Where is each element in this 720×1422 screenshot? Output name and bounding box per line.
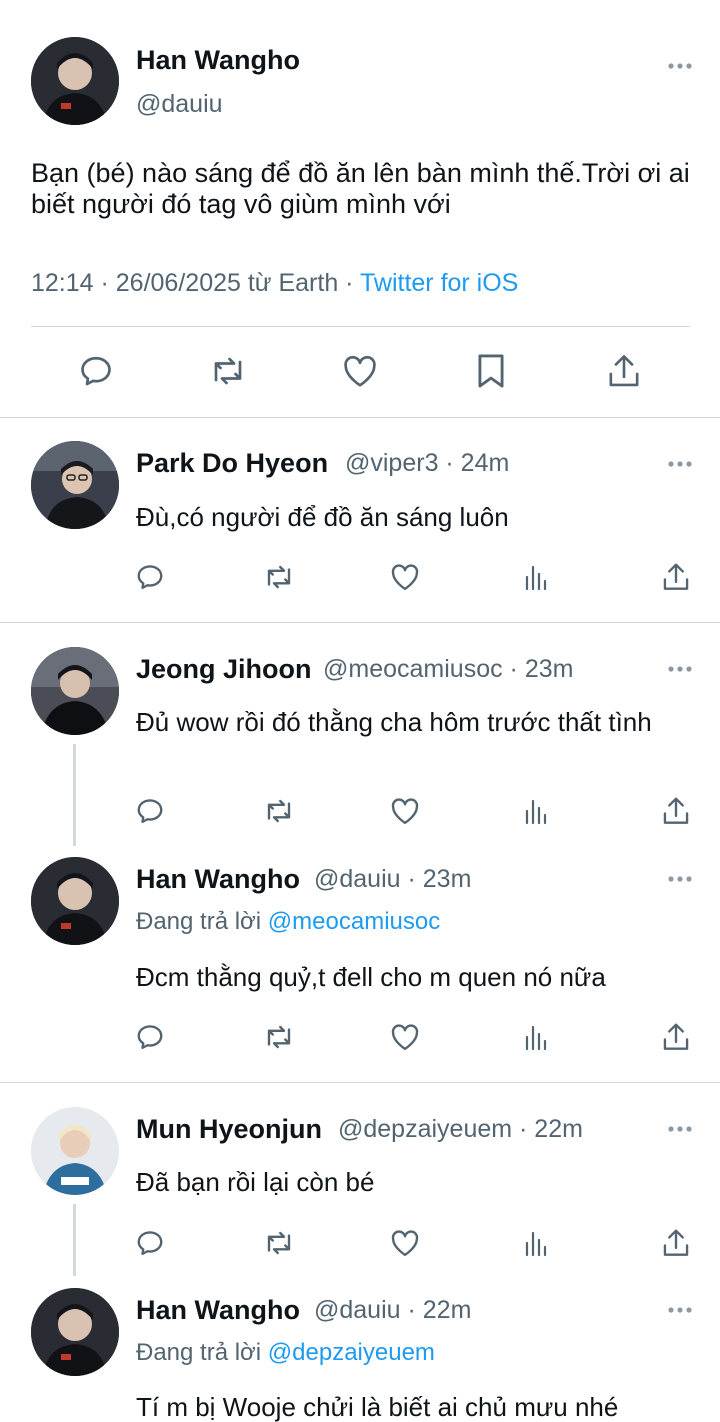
reply-icon[interactable] [135, 1228, 165, 1258]
replying-to: Đang trả lời @depzaiyeuem [136, 1339, 435, 1367]
mention-link[interactable]: @meocamiusoc [268, 908, 440, 935]
retweet-icon[interactable] [208, 353, 248, 389]
like-icon[interactable] [390, 563, 420, 591]
reply-handle-time[interactable]: @viper3 · 24m [345, 449, 509, 478]
reply-text: Đủ wow rồi đó thằng cha hôm trước thất t… [136, 707, 652, 737]
share-icon[interactable] [661, 561, 691, 593]
replying-to: Đang trả lời @meocamiusoc [136, 908, 440, 936]
share-icon[interactable] [661, 795, 691, 827]
divider [0, 622, 720, 623]
retweet-icon[interactable] [262, 796, 296, 826]
tweet-source-link[interactable]: Twitter for iOS [360, 269, 518, 297]
avatar[interactable] [31, 1288, 119, 1376]
reply-icon[interactable] [135, 1022, 165, 1052]
more-icon[interactable] [667, 665, 693, 673]
more-icon[interactable] [667, 875, 693, 883]
like-icon[interactable] [390, 1229, 420, 1257]
more-icon[interactable] [667, 62, 693, 70]
divider [0, 1082, 720, 1083]
avatar[interactable] [31, 37, 119, 125]
views-icon[interactable] [524, 797, 548, 825]
replying-to-label: Đang trả lời [136, 908, 268, 935]
thread-line [73, 744, 76, 846]
share-icon[interactable] [661, 1021, 691, 1053]
avatar[interactable] [31, 647, 119, 735]
tweet-text: Bạn (bé) nào sáng để đồ ăn lên bàn mình … [31, 158, 690, 219]
reply-author-name[interactable]: Han Wangho [136, 864, 300, 895]
views-icon[interactable] [524, 563, 548, 591]
like-icon[interactable] [390, 797, 420, 825]
mention-link[interactable]: @depzaiyeuem [268, 1339, 435, 1366]
reply-handle-time[interactable]: @depzaiyeuem · 22m [338, 1115, 583, 1144]
reply-icon[interactable] [78, 353, 114, 389]
avatar[interactable] [31, 857, 119, 945]
thread-line [73, 1204, 76, 1276]
reply-text: Tí m bị Wooje chửi là biết ai chủ mưu nh… [136, 1392, 619, 1422]
author-handle[interactable]: @dauiu [136, 90, 223, 119]
views-icon[interactable] [524, 1229, 548, 1257]
reply-author-name[interactable]: Jeong Jihoon [136, 654, 312, 685]
timestamp-text: 12:14 · 26/06/2025 từ Earth · [31, 269, 360, 297]
divider [0, 417, 720, 418]
share-icon[interactable] [606, 352, 642, 390]
share-icon[interactable] [661, 1227, 691, 1259]
reply-icon[interactable] [135, 562, 165, 592]
tweet-timestamp: 12:14 · 26/06/2025 từ Earth · Twitter fo… [31, 269, 518, 298]
retweet-icon[interactable] [262, 1228, 296, 1258]
more-icon[interactable] [667, 1306, 693, 1314]
avatar[interactable] [31, 441, 119, 529]
reply-handle-time[interactable]: @meocamiusoc · 23m [323, 655, 573, 684]
replying-to-label: Đang trả lời [136, 1339, 268, 1366]
reply-icon[interactable] [135, 796, 165, 826]
author-name[interactable]: Han Wangho [136, 45, 300, 76]
retweet-icon[interactable] [262, 562, 296, 592]
divider [31, 326, 690, 327]
views-icon[interactable] [524, 1023, 548, 1051]
reply-text: Đã bạn rồi lại còn bé [136, 1167, 375, 1197]
more-icon[interactable] [667, 1125, 693, 1133]
reply-author-name[interactable]: Park Do Hyeon [136, 448, 328, 479]
like-icon[interactable] [390, 1023, 420, 1051]
reply-text: Đù,có người để đồ ăn sáng luôn [136, 502, 509, 532]
like-icon[interactable] [342, 354, 378, 388]
avatar[interactable] [31, 1107, 119, 1195]
more-icon[interactable] [667, 460, 693, 468]
reply-handle-time[interactable]: @dauiu · 22m [314, 1296, 471, 1325]
reply-handle-time[interactable]: @dauiu · 23m [314, 865, 471, 894]
bookmark-icon[interactable] [475, 352, 507, 390]
retweet-icon[interactable] [262, 1022, 296, 1052]
reply-author-name[interactable]: Mun Hyeonjun [136, 1114, 322, 1145]
reply-author-name[interactable]: Han Wangho [136, 1295, 300, 1326]
reply-text: Đcm thằng quỷ,t đell cho m quen nó nữa [136, 962, 606, 992]
